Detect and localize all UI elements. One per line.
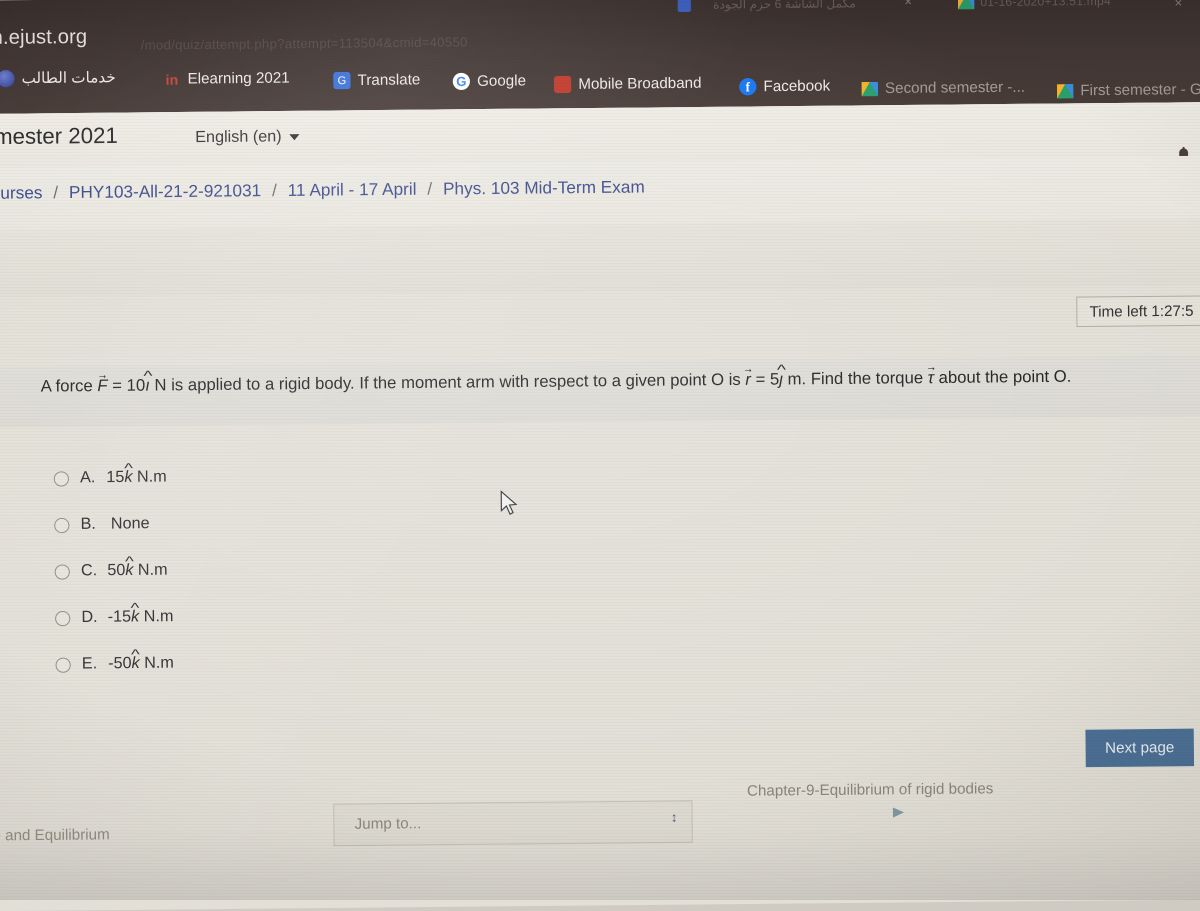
option-key: E. xyxy=(81,655,98,673)
language-selector[interactable]: English (en) xyxy=(195,128,300,147)
prev-activity-link[interactable]: e and Equilibrium xyxy=(0,826,110,844)
screen-photo: مكمل الشاشة 6 حزم الجودة × 01-16-2020+13… xyxy=(0,0,1200,911)
bookmark-label: Facebook xyxy=(763,77,831,96)
browser-chrome: مكمل الشاشة 6 حزم الجودة × 01-16-2020+13… xyxy=(0,0,1200,114)
option-value: -50k N.m xyxy=(108,654,174,673)
language-label: English (en) xyxy=(195,128,282,147)
bookmark-elearning[interactable]: in Elearning 2021 xyxy=(163,69,290,88)
bookmark-label: Google xyxy=(476,72,527,90)
option-a[interactable]: A. 15k N.m xyxy=(53,449,662,501)
option-d[interactable]: D. -15k N.m xyxy=(55,589,663,641)
radio-icon[interactable] xyxy=(54,563,70,580)
option-value: 15k N.m xyxy=(106,468,166,487)
facebook-icon: f xyxy=(739,78,757,96)
radio-icon[interactable] xyxy=(55,656,71,673)
jump-to-select[interactable]: Jump to... ↕ xyxy=(333,800,693,847)
breadcrumb-separator: / xyxy=(427,179,433,199)
breadcrumb-separator: / xyxy=(271,180,277,201)
breadcrumb-bar: courses / PHY103-All-21-2-921031 / 11 Ap… xyxy=(0,155,1200,231)
answer-options: A. 15k N.m B. None C. 50k N.m D. -15k N.… xyxy=(53,449,663,688)
google-icon: G xyxy=(452,72,471,91)
next-activity-link[interactable]: Chapter-9-Equilibrium of rigid bodies xyxy=(747,780,994,800)
url-host: rn.ejust.org xyxy=(0,25,88,50)
site-title: emester 2021 xyxy=(0,122,118,150)
breadcrumb-item-courses[interactable]: courses xyxy=(0,183,43,203)
option-key: C. xyxy=(80,562,98,580)
chevron-down-icon xyxy=(289,134,300,141)
option-value: 50k N.m xyxy=(107,561,167,580)
next-page-button[interactable]: Next page xyxy=(1085,728,1195,768)
drive-icon xyxy=(1056,83,1074,98)
bookmark-label: Translate xyxy=(357,71,421,90)
tab-close-icon[interactable]: × xyxy=(1175,0,1183,10)
content-spacer xyxy=(0,218,1200,297)
option-key: A. xyxy=(79,469,96,487)
mouse-cursor xyxy=(500,490,518,515)
breadcrumb-item-course[interactable]: PHY103-All-21-2-921031 xyxy=(69,181,261,202)
time-left-indicator: Time left 1:27:5 xyxy=(1076,295,1200,328)
tab-favicon xyxy=(957,0,975,10)
radio-icon[interactable] xyxy=(53,470,70,487)
bookmark-facebook[interactable]: f Facebook xyxy=(739,77,831,96)
option-key: B. xyxy=(80,515,96,533)
option-c[interactable]: C. 50k N.m xyxy=(54,543,662,595)
broadband-icon xyxy=(553,75,572,94)
bookmark-translate[interactable]: G Translate xyxy=(333,71,421,90)
breadcrumb-item-week[interactable]: 11 April - 17 April xyxy=(288,180,417,200)
bookmark-second-semester[interactable]: Second semester -... xyxy=(861,78,1026,98)
option-key: D. xyxy=(81,608,98,627)
tab-close-icon[interactable]: × xyxy=(904,0,912,9)
spinner-icon[interactable]: ↕ xyxy=(671,810,678,825)
option-e[interactable]: E. -50k N.m xyxy=(55,636,663,688)
bookmark-label: Elearning 2021 xyxy=(187,69,290,88)
drive-icon xyxy=(861,81,878,96)
bookmark-label: خدمات الطالب xyxy=(21,69,116,88)
tab-favicon xyxy=(677,0,691,13)
bookmark-google[interactable]: G Google xyxy=(452,72,527,91)
browser-tab[interactable]: مكمل الشاشة 6 حزم الجودة xyxy=(713,0,856,12)
jump-to-placeholder: Jump to... xyxy=(354,815,422,833)
bookmark-label: First semester - Go... xyxy=(1080,80,1200,100)
radio-icon[interactable] xyxy=(54,517,70,533)
bookmark-mobile-broadband[interactable]: Mobile Broadband xyxy=(553,74,702,94)
url-path: /mod/quiz/attempt.php?attempt=113504&cmi… xyxy=(140,34,468,53)
in-icon: in xyxy=(165,70,179,88)
breadcrumb: courses / PHY103-All-21-2-921031 / 11 Ap… xyxy=(0,177,645,204)
bookmark-label: Second semester -... xyxy=(884,78,1026,98)
option-b[interactable]: B. None xyxy=(54,496,662,548)
option-value: None xyxy=(110,515,150,533)
translate-icon: G xyxy=(333,71,351,90)
radio-icon[interactable] xyxy=(55,610,71,626)
bookmark-student-services[interactable]: خدمات الطالب xyxy=(0,68,116,87)
browser-tab[interactable]: 01-16-2020+13:51.mp4 xyxy=(980,0,1111,9)
bookmark-first-semester[interactable]: First semester - Go... xyxy=(1056,80,1200,100)
breadcrumb-separator: / xyxy=(53,182,59,203)
option-value: -15k N.m xyxy=(108,608,174,627)
bookmark-label: Mobile Broadband xyxy=(578,74,702,93)
play-arrow-icon xyxy=(892,807,905,818)
globe-icon xyxy=(0,69,15,87)
breadcrumb-item-current: Phys. 103 Mid-Term Exam xyxy=(442,177,645,199)
time-left-label: Time left 1:27:5 xyxy=(1089,302,1194,321)
